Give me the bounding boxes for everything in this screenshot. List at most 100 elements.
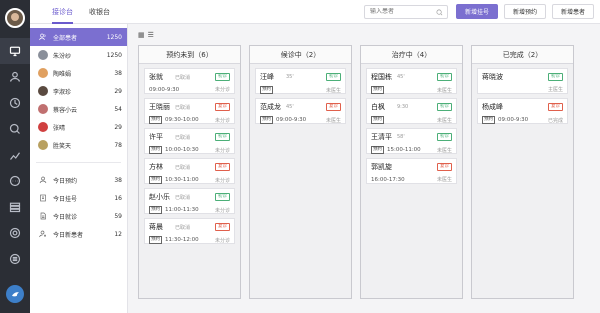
card-name: 范成龙 — [260, 103, 281, 111]
patient-item[interactable]: 张晴 29 — [30, 118, 127, 136]
patient-card[interactable]: 杨成峰 复诊 预约 09:00-9:30 已完成 — [477, 98, 568, 124]
visit-type-tag: 复诊 — [215, 223, 230, 231]
patient-count: 29 — [114, 123, 122, 131]
card-status: 未分诊 — [214, 177, 230, 184]
rail-settings-icon[interactable] — [0, 220, 30, 246]
visit-type-tag: 初诊 — [437, 103, 452, 111]
avatar — [38, 122, 48, 132]
patient-name: 张晴 — [53, 124, 66, 132]
appointment-badge: 预约 — [371, 116, 384, 124]
stat-item[interactable]: 今日挂号 16 — [30, 189, 127, 207]
card-time: 16:00-17:30 — [371, 176, 405, 183]
stat-item[interactable]: 今日新患者 12 — [30, 225, 127, 243]
patient-card[interactable]: 许平 已取消 初诊 预约 10:00-10:30 未分诊 — [144, 128, 235, 154]
patient-item[interactable]: 李淑珍 29 — [30, 82, 127, 100]
rail-history-icon[interactable] — [0, 90, 30, 116]
search-box — [363, 4, 448, 19]
avatar — [38, 50, 48, 60]
card-time: 09:00-9:30 — [498, 117, 529, 123]
card-status: 未分诊 — [214, 87, 230, 93]
appointment-badge: 预约 — [149, 176, 162, 184]
kanban-columns: 预约未到（6） 张就 已取消 初诊 09:00-9:30 未分诊 王晓丽 已取消 复诊 预约 09:… — [138, 45, 592, 299]
visit-type-tag: 复诊 — [326, 103, 341, 111]
visit-type-tag: 初诊 — [437, 73, 452, 81]
patient-filter-all[interactable]: 全部患者 1250 — [30, 28, 127, 46]
rail-list-icon[interactable] — [0, 194, 30, 220]
user-icon — [38, 175, 48, 185]
card-sub: 35' — [286, 74, 294, 80]
patient-card[interactable]: 范成龙 45' 复诊 预约 09:00-9:30 未医生 — [255, 98, 346, 124]
card-name: 方林 — [149, 163, 163, 171]
card-name: 赵小乐 — [149, 193, 170, 201]
visit-type-tag: 初诊 — [215, 73, 230, 81]
tab-cashier[interactable]: 收银台 — [81, 0, 118, 24]
card-list: 程国栋 45' 初诊 预约 未医生 白枫 9:30 初诊 预约 未医生 王清平 58' 初诊 预约 15:0… — [361, 64, 462, 192]
appointment-badge: 预约 — [149, 236, 162, 244]
card-name: 郭凯旋 — [371, 163, 392, 171]
stat-count: 16 — [114, 194, 122, 202]
patient-item[interactable]: 陶唯娟 38 — [30, 64, 127, 82]
tab-reception[interactable]: 接诊台 — [44, 0, 81, 24]
card-status: 未分诊 — [214, 207, 230, 214]
patient-count: 78 — [114, 141, 122, 149]
rail-search-icon[interactable] — [0, 116, 30, 142]
patient-card[interactable]: 蒋晨 已取消 复诊 预约 11:30-12:00 未分诊 — [144, 218, 235, 244]
patient-count: 29 — [114, 87, 122, 95]
patient-item[interactable]: 胜笑天 78 — [30, 136, 127, 154]
visit-type-tag: 复诊 — [437, 163, 452, 171]
patient-card[interactable]: 汪峰 35' 初诊 预约 未医生 — [255, 68, 346, 94]
patient-card[interactable]: 王清平 58' 初诊 预约 15:00-11:00 未医生 — [366, 128, 457, 154]
patient-card[interactable]: 方林 已取消 复诊 预约 10:30-11:00 未分诊 — [144, 158, 235, 184]
kanban-column: 治疗中（4） 程国栋 45' 初诊 预约 未医生 白枫 9:30 初诊 预约 未医生 王清平 58' 初诊… — [360, 45, 463, 299]
patient-card[interactable]: 白枫 9:30 初诊 预约 未医生 — [366, 98, 457, 124]
avatar — [38, 68, 48, 78]
grid-view-icon[interactable]: ▦ — [138, 31, 145, 39]
kanban-column: 预约未到（6） 张就 已取消 初诊 09:00-9:30 未分诊 王晓丽 已取消 复诊 预约 09:… — [138, 45, 241, 299]
card-status: 未分诊 — [214, 117, 230, 124]
new-appointment-button[interactable]: 新增预约 — [503, 4, 546, 19]
stat-item[interactable]: 今日预约 38 — [30, 171, 127, 189]
appointment-badge: 预约 — [482, 116, 495, 124]
patient-card[interactable]: 赵小乐 已取消 初诊 预约 11:00-11:30 未分诊 — [144, 188, 235, 214]
rail-chat-icon[interactable] — [0, 168, 30, 194]
new-register-button[interactable]: 新增挂号 — [455, 4, 498, 19]
card-sub: 58' — [397, 134, 405, 140]
card-sub: 已取消 — [175, 224, 191, 231]
search-icon[interactable] — [436, 9, 443, 18]
appointment-badge: 预约 — [260, 116, 273, 124]
stat-label: 今日新患者 — [53, 231, 84, 239]
patient-card[interactable]: 程国栋 45' 初诊 预约 未医生 — [366, 68, 457, 94]
rail-chart-icon[interactable] — [0, 142, 30, 168]
visit-type-tag: 复诊 — [548, 103, 563, 111]
card-name: 王清平 — [371, 133, 392, 141]
patient-card[interactable]: 郭凯旋 复诊 16:00-17:30 未医生 — [366, 158, 457, 184]
card-time: 15:00-11:00 — [387, 147, 421, 153]
top-bar: 接诊台 收银台 新增挂号 新增预约 新增患者 — [30, 0, 600, 24]
patient-name: 李淑珍 — [53, 88, 72, 96]
avatar — [38, 104, 48, 114]
card-list: 张就 已取消 初诊 09:00-9:30 未分诊 王晓丽 已取消 复诊 预约 09:30-10:0… — [139, 64, 240, 252]
card-name: 蒋晨 — [149, 223, 163, 231]
card-status: 未医生 — [436, 117, 452, 124]
rail-user-icon[interactable] — [0, 64, 30, 90]
user-avatar[interactable] — [5, 8, 25, 28]
stat-item[interactable]: 今日就诊 59 — [30, 207, 127, 225]
card-status: 未分诊 — [214, 147, 230, 154]
patient-card[interactable]: 王晓丽 已取消 复诊 预约 09:30-10:00 未分诊 — [144, 98, 235, 124]
rail-monitor-icon[interactable] — [0, 38, 30, 64]
stat-label: 今日就诊 — [53, 213, 78, 221]
rail-list-alt-icon[interactable] — [0, 246, 30, 272]
patient-card[interactable]: 蒋晓波 初诊 主医生 — [477, 68, 568, 94]
column-title: 已完成（2） — [472, 46, 573, 64]
patient-item[interactable]: 朱汾纱 1250 — [30, 46, 127, 64]
avatar — [38, 140, 48, 150]
card-name: 白枫 — [371, 103, 385, 111]
appointment-badge: 预约 — [149, 146, 162, 154]
patient-card[interactable]: 张就 已取消 初诊 09:00-9:30 未分诊 — [144, 68, 235, 94]
search-input[interactable] — [369, 8, 433, 15]
card-name: 汪峰 — [260, 73, 274, 81]
list-view-icon[interactable]: ☰ — [148, 31, 154, 39]
card-sub: 45' — [397, 74, 405, 80]
patient-item[interactable]: 蔡容小云 54 — [30, 100, 127, 118]
new-patient-button[interactable]: 新增患者 — [551, 4, 594, 19]
